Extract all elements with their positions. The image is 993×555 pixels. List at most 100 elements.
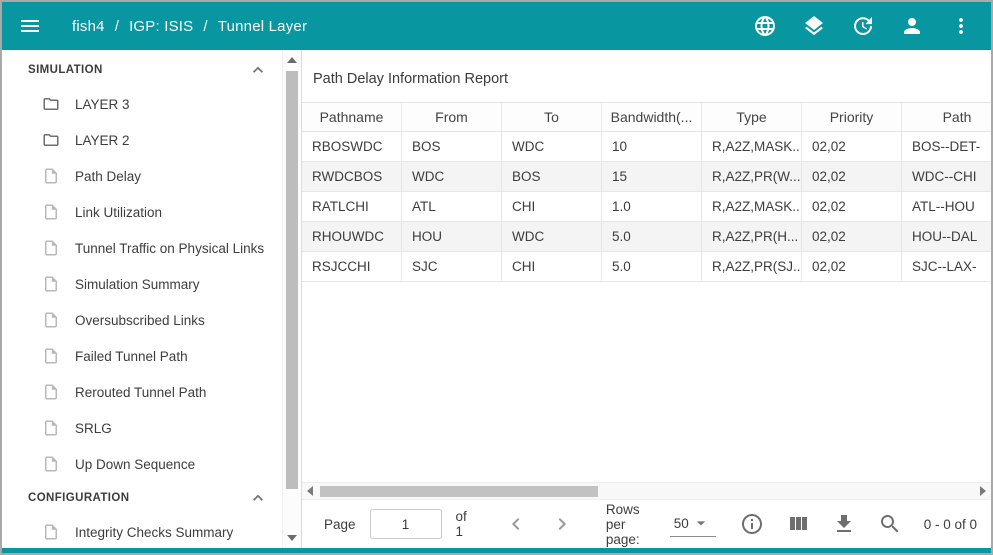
column-header[interactable]: Path: [902, 103, 991, 131]
file-icon: [42, 383, 60, 401]
breadcrumb-protocol[interactable]: IGP: ISIS: [129, 18, 193, 35]
table-cell: R,A2Z,PR(SJ...: [702, 252, 802, 281]
section-label: CONFIGURATION: [28, 492, 129, 504]
file-icon: [42, 523, 60, 541]
table-cell: SJC: [402, 252, 502, 281]
history-icon[interactable]: [851, 14, 875, 38]
pagination-bar: Page of 1 Rows per page: 50 0 - 0 of 0: [302, 500, 991, 548]
file-icon: [42, 203, 60, 221]
sidebar-item-label: LAYER 3: [75, 97, 130, 112]
table-cell: R,A2Z,PR(H...: [702, 222, 802, 251]
column-header[interactable]: Pathname: [302, 103, 402, 131]
page-title: Path Delay Information Report: [302, 50, 991, 102]
column-header[interactable]: Bandwidth(...: [602, 103, 702, 131]
appbar-actions: [753, 14, 973, 38]
row-range-label: 0 - 0 of 0: [924, 517, 977, 532]
horizontal-scrollbar-thumb[interactable]: [320, 486, 598, 497]
search-icon[interactable]: [878, 512, 902, 536]
page-label: Page: [324, 517, 356, 532]
sidebar-item-label: Tunnel Traffic on Physical Links: [75, 241, 264, 256]
sidebar-item-layer-2[interactable]: LAYER 2: [2, 122, 282, 158]
breadcrumb-separator: /: [115, 18, 119, 35]
rows-per-page-select[interactable]: 50: [670, 511, 716, 537]
sidebar-item-oversubscribed-links[interactable]: Oversubscribed Links: [2, 302, 282, 338]
column-header[interactable]: To: [502, 103, 602, 131]
breadcrumb-layer[interactable]: Tunnel Layer: [218, 18, 307, 35]
sidebar-section-header[interactable]: CONFIGURATION: [2, 482, 282, 514]
table-cell: RWDCBOS: [302, 162, 402, 191]
sidebar-item-label: Simulation Summary: [75, 277, 200, 292]
column-header[interactable]: Priority: [802, 103, 902, 131]
sidebar-section-header[interactable]: SIMULATION: [2, 54, 282, 86]
file-icon: [42, 311, 60, 329]
download-icon[interactable]: [832, 512, 856, 536]
sidebar-item-label: Oversubscribed Links: [75, 313, 205, 328]
table-cell: WDC: [502, 222, 602, 251]
previous-page-icon[interactable]: [504, 512, 528, 536]
sidebar-item-rerouted-tunnel-path[interactable]: Rerouted Tunnel Path: [2, 374, 282, 410]
table-row[interactable]: RBOSWDCBOSWDC10R,A2Z,MASK...02,02BOS--DE…: [302, 132, 991, 162]
table-cell: R,A2Z,PR(W...: [702, 162, 802, 191]
info-icon[interactable]: [740, 512, 764, 536]
more-options-icon[interactable]: [949, 14, 973, 38]
table-cell: BOS: [402, 132, 502, 161]
table-cell: 02,02: [802, 222, 902, 251]
sidebar-item-simulation-summary[interactable]: Simulation Summary: [2, 266, 282, 302]
column-settings-icon[interactable]: [786, 512, 810, 536]
sidebar-item-label: Failed Tunnel Path: [75, 349, 188, 364]
table-row[interactable]: RWDCBOSWDCBOS15R,A2Z,PR(W...02,02WDC--CH…: [302, 162, 991, 192]
table-cell: BOS: [502, 162, 602, 191]
table-cell: SJC--LAX-: [902, 252, 991, 281]
file-icon: [42, 239, 60, 257]
scrollbar-left-arrow-icon[interactable]: [307, 486, 313, 496]
table-cell: CHI: [502, 252, 602, 281]
sidebar-item-srlg[interactable]: SRLG: [2, 410, 282, 446]
table-row[interactable]: RSJCCHISJCCHI5.0R,A2Z,PR(SJ...02,02SJC--…: [302, 252, 991, 282]
sidebar-item-label: SRLG: [75, 421, 112, 436]
file-icon: [42, 167, 60, 185]
table-cell: RHOUWDC: [302, 222, 402, 251]
table-cell: 5.0: [602, 222, 702, 251]
page-number-input[interactable]: [370, 509, 442, 539]
next-page-icon[interactable]: [550, 512, 574, 536]
table-row[interactable]: RHOUWDCHOUWDC5.0R,A2Z,PR(H...02,02HOU--D…: [302, 222, 991, 252]
sidebar-item-tunnel-traffic-on-physical-links[interactable]: Tunnel Traffic on Physical Links: [2, 230, 282, 266]
sidebar-scrollbar[interactable]: [282, 50, 301, 548]
breadcrumb-separator: /: [203, 18, 207, 35]
table-cell: R,A2Z,MASK...: [702, 132, 802, 161]
sidebar-item-integrity-checks-summary[interactable]: Integrity Checks Summary: [2, 514, 282, 548]
scrollbar-up-arrow-icon[interactable]: [287, 57, 297, 63]
table-cell: R,A2Z,MASK...: [702, 192, 802, 221]
sidebar-item-layer-3[interactable]: LAYER 3: [2, 86, 282, 122]
sidebar-item-link-utilization[interactable]: Link Utilization: [2, 194, 282, 230]
sidebar-item-failed-tunnel-path[interactable]: Failed Tunnel Path: [2, 338, 282, 374]
sidebar-item-path-delay[interactable]: Path Delay: [2, 158, 282, 194]
horizontal-scrollbar[interactable]: [302, 482, 991, 500]
scrollbar-right-arrow-icon[interactable]: [980, 486, 986, 496]
table-cell: RSJCCHI: [302, 252, 402, 281]
column-header[interactable]: Type: [702, 103, 802, 131]
table-cell: CHI: [502, 192, 602, 221]
table-cell: WDC: [402, 162, 502, 191]
scrollbar-down-arrow-icon[interactable]: [287, 535, 297, 541]
hamburger-menu-icon[interactable]: [18, 14, 42, 38]
table-row[interactable]: RATLCHIATLCHI1.0R,A2Z,MASK...02,02ATL--H…: [302, 192, 991, 222]
column-header[interactable]: From: [402, 103, 502, 131]
table-cell: 02,02: [802, 162, 902, 191]
table-cell: BOS--DET-: [902, 132, 991, 161]
sidebar-item-label: Path Delay: [75, 169, 141, 184]
sidebar-item-up-down-sequence[interactable]: Up Down Sequence: [2, 446, 282, 482]
user-account-icon[interactable]: [900, 14, 924, 38]
sidebar-item-label: Link Utilization: [75, 205, 162, 220]
table-cell: RATLCHI: [302, 192, 402, 221]
layers-icon[interactable]: [802, 14, 826, 38]
app-window: fish4 / IGP: ISIS / Tunnel Layer SIMULAT…: [0, 0, 993, 555]
section-label: SIMULATION: [28, 64, 103, 76]
folder-icon: [42, 95, 60, 113]
sidebar-scrollbar-thumb[interactable]: [286, 71, 298, 489]
breadcrumb-network[interactable]: fish4: [72, 18, 105, 35]
globe-icon[interactable]: [753, 14, 777, 38]
breadcrumb: fish4 / IGP: ISIS / Tunnel Layer: [72, 18, 307, 35]
table-header-row: PathnameFromToBandwidth(...TypePriorityP…: [302, 102, 991, 132]
file-icon: [42, 275, 60, 293]
